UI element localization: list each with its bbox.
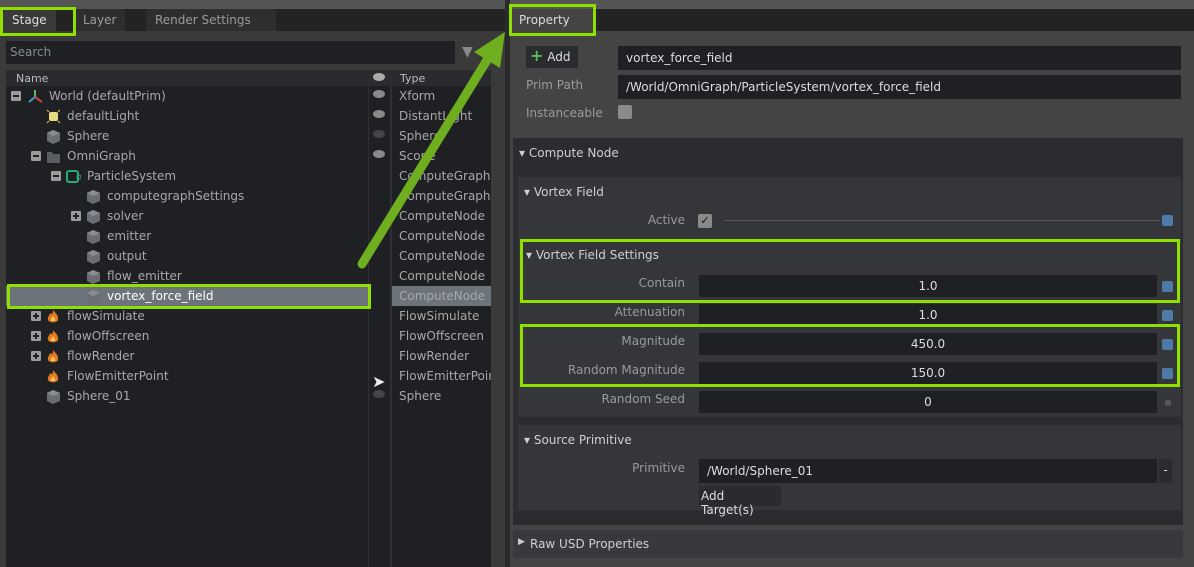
annotation-arrow	[357, 32, 505, 269]
mouse-cursor-icon: ➤	[372, 372, 386, 391]
